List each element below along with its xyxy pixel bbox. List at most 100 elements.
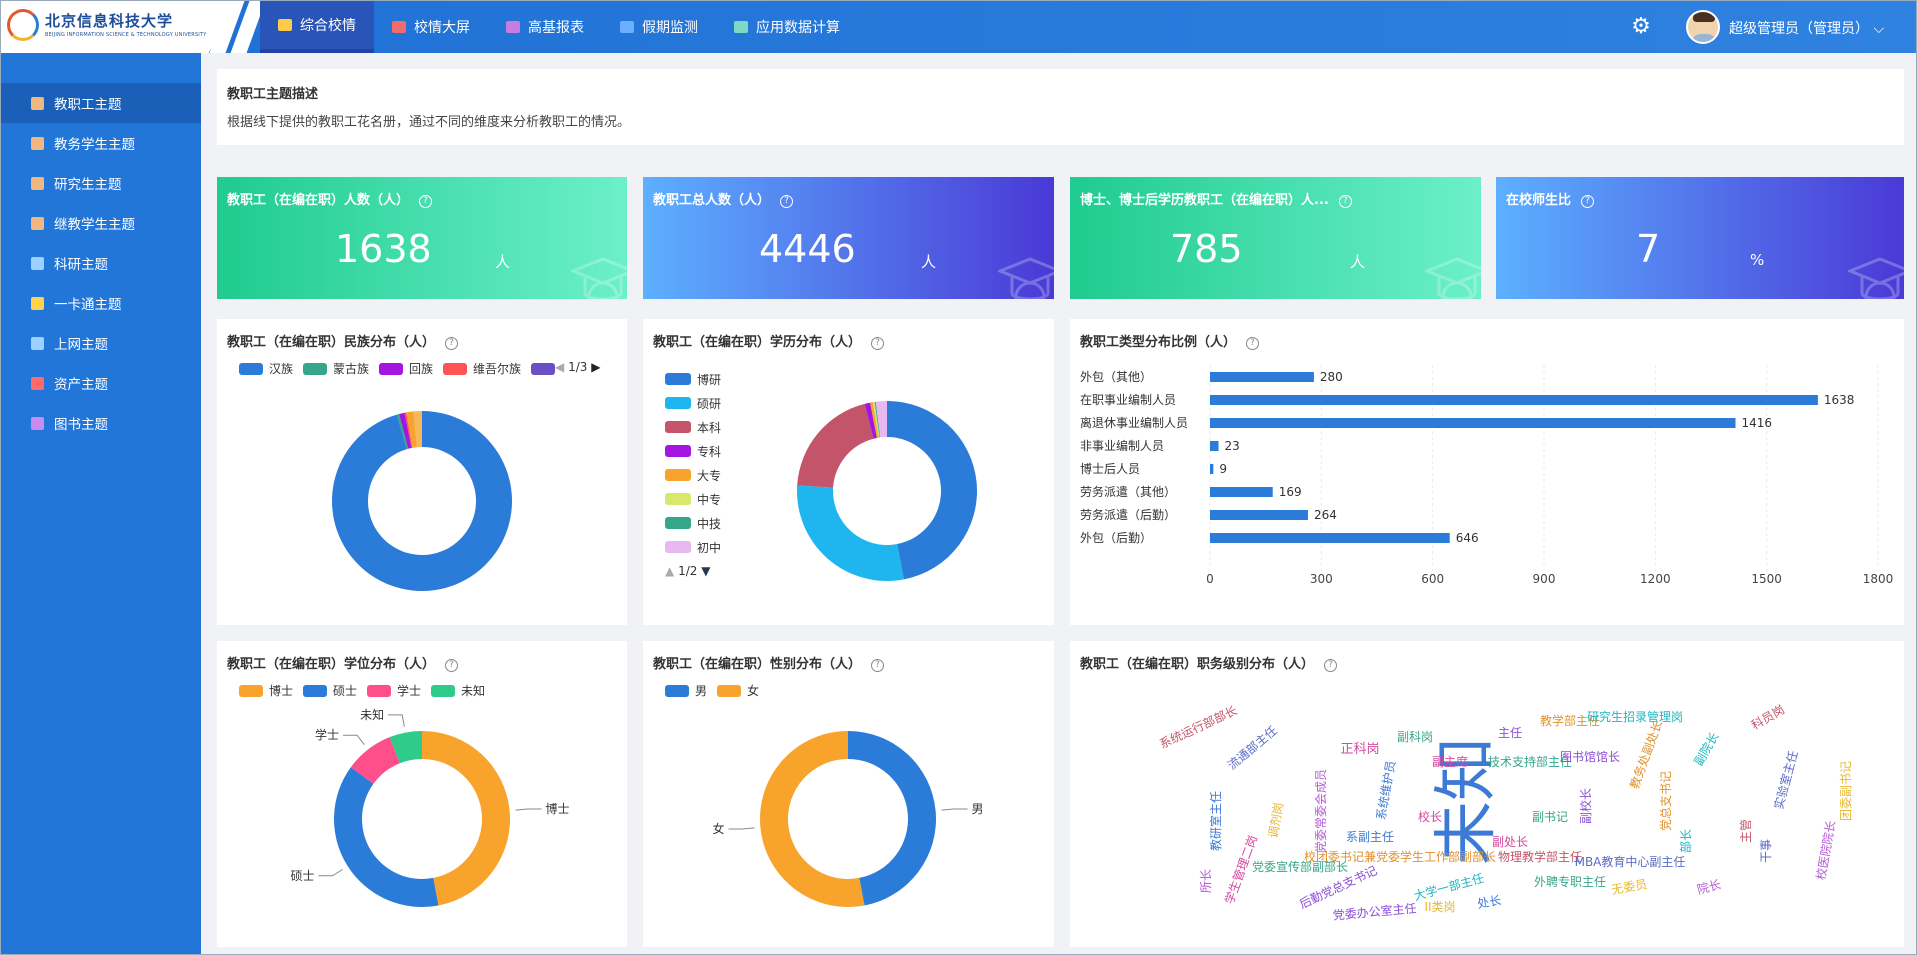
word-cloud-word[interactable]: 外聘专职主任 [1534,874,1606,889]
word-cloud-word[interactable]: 正科岗 [1340,742,1379,757]
nav-item-3[interactable]: 假期监测 [602,1,716,53]
pie-label: 女 [712,821,724,836]
word-cloud-word[interactable]: 党委常委会成员 [1313,769,1328,853]
y-tick-label: 劳务派遣（其他） [1080,484,1176,499]
degree-chart-card: 教职工（在编在职）学位分布（人）? 博士 硕士 学士 未知 博士 硕士 学士 未知 [217,641,627,947]
sidebar-item-label: 资产主题 [54,377,108,393]
pie-slice[interactable] [887,401,978,580]
bar[interactable] [1210,464,1214,474]
word-cloud-word[interactable]: 主任 [1498,726,1522,740]
word-cloud-word[interactable]: 系统维护员 [1374,760,1398,822]
pie-slice[interactable] [334,767,439,907]
nav-item-4[interactable]: 应用数据计算 [716,1,858,53]
word-cloud-word[interactable]: 副院长 [1691,730,1721,768]
gear-icon[interactable]: ⚙ [1629,15,1653,39]
ethnicity-chart-card: 教职工（在编在职）民族分布（人）? 汉族 蒙古族 回族 维吾尔族 ◀ 1/3 ▶ [217,319,627,625]
sidebar-item-6[interactable]: 上网主题 [1,323,201,363]
word-cloud-word[interactable]: 调剂岗 [1265,801,1286,839]
bar[interactable] [1210,487,1273,497]
bar-value-label: 1638 [1824,393,1855,407]
sidebar-item-label: 继教学生主题 [54,217,135,233]
bar-value-label: 1416 [1741,416,1772,430]
bar[interactable] [1210,533,1450,543]
pie-label: 未知 [360,708,384,722]
bar[interactable] [1210,418,1736,428]
word-cloud-word[interactable]: 党总支书记 [1658,771,1673,831]
word-cloud-word[interactable]: II类岗 [1424,900,1455,914]
word-cloud-word[interactable]: 副校长 [1578,788,1593,824]
word-cloud-word[interactable]: 物理教学部主任 [1498,849,1582,864]
word-cloud-word[interactable]: 副处长 [1492,835,1528,849]
graduation-cap-icon [571,257,627,299]
sidebar-item-label: 教务学生主题 [54,137,135,153]
bar-value-label: 280 [1320,370,1343,384]
university-logo[interactable]: 北京信息科技大学 BEIJING INFORMATION SCIENCE & T… [1,1,237,53]
word-cloud-word[interactable]: 教研室主任 [1208,791,1223,851]
user-menu[interactable]: 超级管理员（管理员） ⌵ [1729,18,1884,38]
nav-item-2[interactable]: 高基报表 [488,1,602,53]
word-cloud-word[interactable]: 研究生招录管理岗 [1587,709,1683,724]
word-cloud-word[interactable]: 干事 [1759,839,1773,863]
word-cloud-word[interactable]: 无委员 [1610,877,1648,897]
pie-slice[interactable] [797,403,874,488]
word-cloud-word[interactable]: 党委办公室主任 [1332,900,1417,922]
word-cloud-word[interactable]: 系副主任 [1346,830,1394,844]
word-cloud-word[interactable]: 所长 [1199,869,1213,893]
word-cloud-word[interactable]: 主管 [1738,819,1753,843]
bar[interactable] [1210,510,1308,520]
word-cloud-word[interactable]: 流通部主任 [1224,723,1280,773]
nav-item-1[interactable]: 校情大屏 [374,1,488,53]
word-cloud-word[interactable]: 实验室主任 [1771,749,1801,811]
word-cloud-word[interactable]: 副主席 [1432,754,1468,769]
stat-title: 博士、博士后学历教职工（在编在职）人...? [1080,189,1352,208]
word-cloud-word[interactable]: 院长 [1696,877,1723,897]
sidebar-item-3[interactable]: 继教学生主题 [1,203,201,243]
pie-label-line [728,827,755,830]
bar[interactable] [1210,441,1219,451]
help-icon[interactable]: ? [780,195,794,208]
word-cloud-word[interactable]: 校长 [1418,809,1442,824]
stat-value: 785 [1170,227,1243,271]
pie-slice[interactable] [797,485,904,581]
word-cloud-word[interactable]: 科员岗 [1749,702,1787,732]
help-icon[interactable]: ? [1581,195,1595,208]
app-window: 北京信息科技大学 BEIJING INFORMATION SCIENCE & T… [0,0,1917,955]
pie-slice[interactable] [422,731,511,906]
gender-chart-card: 教职工（在编在职）性别分布（人）? 男女 男女 [643,641,1054,947]
sidebar-item-2[interactable]: 研究生主题 [1,163,201,203]
sidebar-item-8[interactable]: 图书主题 [1,403,201,443]
sidebar-item-7[interactable]: 资产主题 [1,363,201,403]
graduation-cap-icon [998,257,1054,299]
word-cloud-word[interactable]: 校医院院长 [1813,819,1838,881]
x-tick-label: 1800 [1863,572,1894,586]
bar[interactable] [1210,372,1314,382]
word-cloud-word[interactable]: 部长 [1678,829,1693,853]
x-tick-label: 1200 [1640,572,1671,586]
word-cloud-word[interactable]: 团委副书记 [1839,761,1853,821]
network-icon [31,336,44,350]
sidebar-item-4[interactable]: 科研主题 [1,243,201,283]
staff-type-chart-card: 教职工类型分布比例（人）? 0 300 600 900 1200 1500 1800 外包（其… [1070,319,1904,625]
word-cloud-word[interactable]: 校团委书记兼党委学生工作部副部长 [1304,849,1496,864]
sidebar-item-5[interactable]: 一卡通主题 [1,283,201,323]
avatar[interactable] [1686,10,1720,44]
word-cloud-word[interactable]: 大学一部主任 [1412,870,1485,903]
main-content: 教职工主题描述 根据线下提供的教职工花名册，通过不同的维度来分析教职工的情况。 … [201,53,1916,954]
y-tick-label: 外包（后勤） [1080,531,1152,545]
word-cloud-word[interactable]: 副书记 [1532,810,1568,824]
pie-slice[interactable] [848,731,937,906]
word-cloud-word[interactable]: 处长 [1476,893,1502,911]
pie-label-line [343,734,365,746]
word-cloud-word[interactable]: 副科岗 [1397,730,1433,744]
sidebar-item-0[interactable]: 教职工主题 [1,83,201,123]
word-cloud-word[interactable]: 图书馆馆长 [1560,749,1620,764]
description-title: 教职工主题描述 [227,87,319,102]
help-icon[interactable]: ? [419,195,433,208]
word-cloud-word[interactable]: MBA教育中心副主任 [1575,854,1686,869]
stat-card-total: 教职工总人数（人）? 4446 人 [643,177,1054,299]
word-cloud-word[interactable]: 系统运行部部长 [1157,702,1239,751]
bar[interactable] [1210,395,1818,405]
nav-item-0[interactable]: 综合校情 [260,1,374,53]
help-icon[interactable]: ? [1338,195,1352,208]
sidebar-item-1[interactable]: 教务学生主题 [1,123,201,163]
